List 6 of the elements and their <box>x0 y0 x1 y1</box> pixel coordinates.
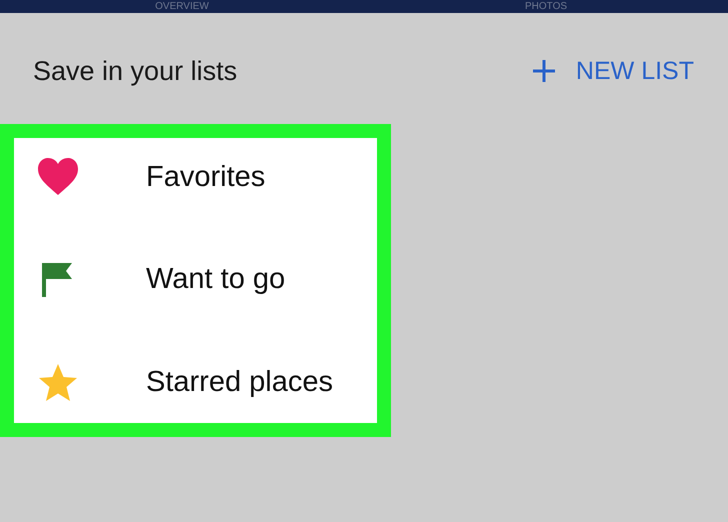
section-title: Save in your lists <box>33 56 238 86</box>
list-item[interactable]: Starred places <box>146 366 333 399</box>
new-list-button[interactable]: NEW LIST <box>532 56 694 86</box>
list-item[interactable]: Want to go <box>146 262 286 296</box>
plus-icon <box>532 59 556 83</box>
list-item[interactable]: Favorites <box>146 160 266 194</box>
